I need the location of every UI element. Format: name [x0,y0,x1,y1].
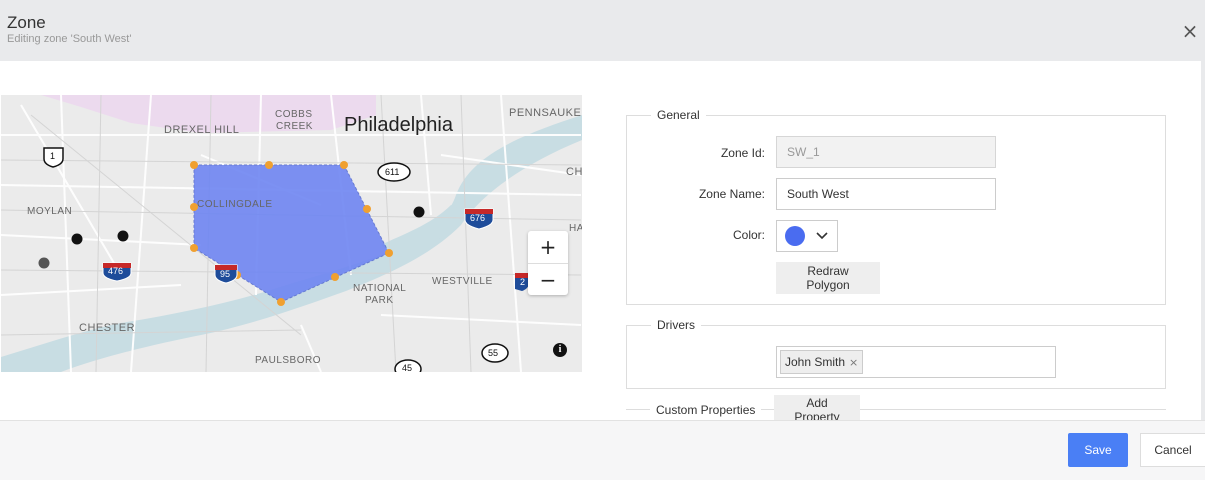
map-label-collingdale: COLLINGDALE [197,199,273,210]
map-city-label: Philadelphia [344,114,453,136]
map-label-pennsauken: PENNSAUKEN [509,107,582,119]
cancel-button[interactable]: Cancel [1140,433,1205,467]
shield-611: 611 [385,167,400,177]
zone-id-label: Zone Id: [720,146,765,160]
map-label-creek: CREEK [276,121,313,132]
map-label-national: NATIONAL [353,283,407,294]
shield-95: 95 [220,269,231,279]
shield-476: 476 [108,266,124,276]
chevron-down-icon [816,232,828,240]
redraw-polygon-button[interactable]: Redraw Polygon [776,262,880,294]
shield-2x: 2 [520,277,526,287]
dialog-header: Zone Editing zone 'South West' × [0,0,1205,61]
zoom-control: + − [528,231,568,295]
zone-name-field[interactable]: South West [776,178,996,210]
map-label-ha: HA [569,223,582,234]
close-button[interactable]: × [1179,20,1201,42]
custom-properties-legend: Custom Properties [650,403,762,417]
zone-map[interactable]: Philadelphia DREXEL HILL COBBS CREEK PEN… [1,95,582,372]
map-label-moylan: MOYLAN [27,206,73,217]
map-label-paulsboro: PAULSBORO [255,355,321,366]
driver-tag: John Smith × [780,350,864,374]
driver-tag-label: John Smith [785,355,846,369]
info-icon[interactable]: i [553,343,567,357]
save-button[interactable]: Save [1068,433,1128,467]
zoom-out-button[interactable]: − [528,263,568,295]
drivers-legend: Drivers [651,318,701,332]
zoom-in-button[interactable]: + [528,231,568,263]
dialog-footer [0,420,1205,480]
map-label-drexel-hill: DREXEL HILL [164,124,240,136]
dialog-title: Zone [7,13,46,32]
shield-676: 676 [470,213,486,223]
map-label-cobbs: COBBS [275,109,313,120]
drivers-tag-input[interactable]: John Smith × [776,346,1056,378]
color-picker[interactable] [776,220,838,252]
shield-45: 45 [402,363,413,372]
map-label-chester: CHESTER [79,322,136,334]
scrollbar[interactable] [1201,61,1205,420]
general-legend: General [651,108,706,122]
dialog-subtitle: Editing zone 'South West' [7,33,132,45]
shield-55: 55 [488,348,499,358]
zone-name-label: Zone Name: [698,187,765,201]
add-property-button[interactable]: Add Property [774,395,860,424]
map-label-westville: WESTVILLE [432,276,493,287]
zone-id-field: SW_1 [776,136,996,168]
map-label-ch: CH [566,166,582,178]
shield-us1: 1 [50,151,56,161]
color-swatch [785,226,805,246]
map-label-park: PARK [365,295,394,306]
color-label: Color: [732,228,765,242]
remove-tag-icon[interactable]: × [849,356,858,369]
